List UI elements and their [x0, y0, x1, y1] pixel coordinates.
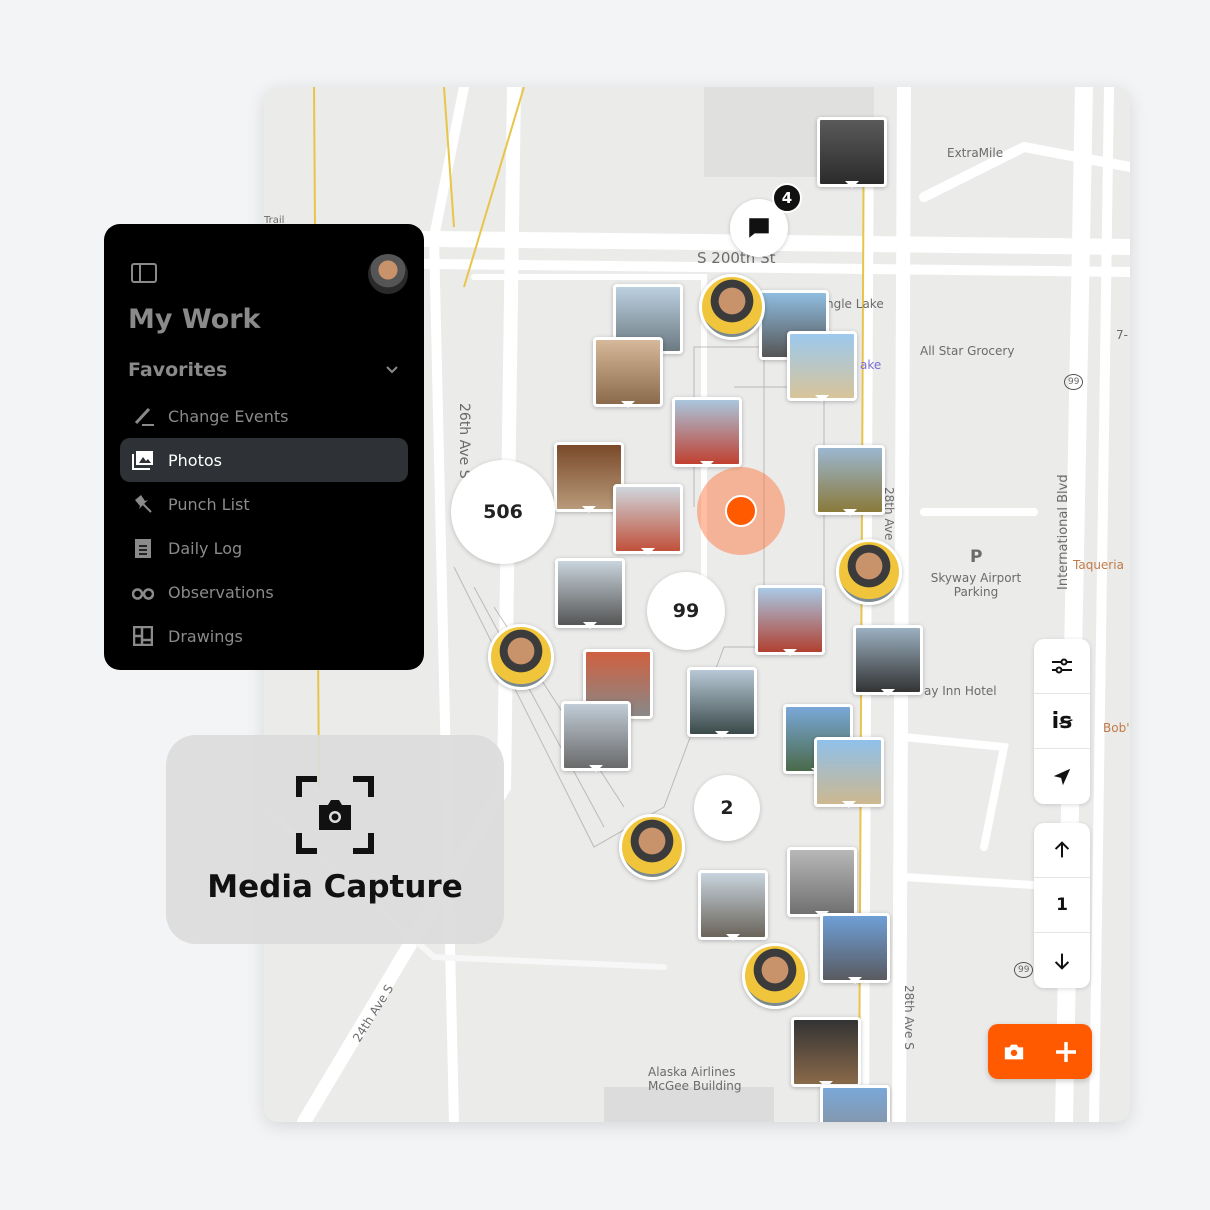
- poi-label: Taqueria: [1073, 558, 1124, 572]
- sidebar: My Work Favorites Change Events Photos P…: [104, 224, 424, 670]
- sidebar-item-label: Photos: [168, 450, 222, 470]
- level-up-button[interactable]: [1034, 823, 1090, 878]
- plus-icon: [1055, 1041, 1076, 1062]
- favorites-heading: Favorites: [128, 359, 228, 381]
- user-avatar-marker[interactable]: [488, 624, 554, 690]
- photo-thumbnail[interactable]: [755, 585, 825, 656]
- user-avatar-marker[interactable]: [619, 814, 685, 880]
- poi-label: 7-: [1116, 328, 1128, 342]
- photo-thumbnail[interactable]: [814, 737, 884, 808]
- page-title: My Work: [128, 304, 261, 335]
- poi-label: Alaska Airlines McGee Building: [648, 1065, 742, 1093]
- photo-thumbnail[interactable]: [672, 397, 742, 468]
- poi-label: ngle Lake: [826, 297, 884, 311]
- user-avatar-marker[interactable]: [742, 943, 808, 1009]
- sliders-icon: [1052, 658, 1072, 674]
- sidebar-item-label: Punch List: [168, 494, 250, 514]
- navigation-arrow-icon: [1053, 768, 1071, 785]
- photo-thumbnail[interactable]: [817, 117, 887, 188]
- comment-icon: [749, 218, 769, 238]
- photo-thumbnail[interactable]: [820, 913, 890, 984]
- poi-label: Bob': [1103, 721, 1130, 735]
- capture-add-button[interactable]: [988, 1024, 1092, 1079]
- poi-label: All Star Grocery: [920, 344, 1015, 358]
- photo-thumbnail[interactable]: [687, 667, 757, 738]
- sidebar-item-label: Change Events: [168, 406, 289, 426]
- photo-cluster[interactable]: 2: [694, 775, 760, 841]
- camera-frame-icon: [296, 775, 374, 854]
- comment-count-badge: 4: [772, 183, 802, 213]
- layers-button[interactable]: iꞩ: [1034, 694, 1090, 749]
- photo-thumbnail[interactable]: [820, 1085, 890, 1122]
- sidebar-item-punch-list[interactable]: Punch List: [120, 482, 408, 526]
- camera-icon: [1004, 1044, 1023, 1059]
- locate-button[interactable]: [1034, 749, 1090, 804]
- sidebar-item-observations[interactable]: Observations: [120, 570, 408, 614]
- arrow-up-icon: [1054, 841, 1070, 858]
- photo-thumbnail[interactable]: [698, 870, 768, 941]
- arrow-down-icon: [1054, 953, 1070, 970]
- parking-icon: P: [970, 547, 983, 567]
- current-location-marker: [697, 467, 785, 555]
- sidebar-item-drawings[interactable]: Drawings: [120, 614, 408, 658]
- drawings-icon: [132, 625, 154, 647]
- binoculars-icon: [132, 581, 154, 603]
- sidebar-item-label: Drawings: [168, 626, 243, 646]
- level-selector: 1: [1034, 823, 1090, 988]
- photo-thumbnail[interactable]: [791, 1017, 861, 1088]
- street-label: International Blvd: [1056, 474, 1071, 590]
- clipboard-icon: [132, 537, 154, 559]
- street-label: 28th Ave S: [902, 985, 916, 1050]
- level-value: 1: [1034, 878, 1090, 933]
- user-avatar[interactable]: [368, 254, 408, 294]
- user-avatar-marker[interactable]: [836, 539, 902, 605]
- chevron-down-icon[interactable]: [385, 365, 399, 375]
- sidebar-toggle-icon[interactable]: [131, 263, 157, 283]
- filter-button[interactable]: [1034, 639, 1090, 694]
- street-label: 26th Ave S: [456, 403, 472, 479]
- photo-thumbnail[interactable]: [555, 558, 625, 629]
- map-tools: iꞩ: [1034, 639, 1090, 804]
- level-down-button[interactable]: [1034, 933, 1090, 988]
- user-avatar-marker[interactable]: [699, 274, 765, 340]
- photo-thumbnail[interactable]: [853, 625, 923, 696]
- sidebar-item-photos[interactable]: Photos: [120, 438, 408, 482]
- photo-thumbnail[interactable]: [561, 701, 631, 772]
- pen-ruler-icon: [132, 405, 154, 427]
- sidebar-item-daily-log[interactable]: Daily Log: [120, 526, 408, 570]
- photos-icon: [132, 449, 154, 471]
- poi-label: Skyway Airport Parking: [930, 571, 1022, 599]
- photo-thumbnail[interactable]: [613, 484, 683, 555]
- photo-thumbnail[interactable]: [593, 337, 663, 408]
- poi-label: ExtraMile: [947, 146, 1004, 160]
- media-capture-label: Media Capture: [207, 868, 463, 905]
- media-capture-card[interactable]: Media Capture: [166, 735, 504, 944]
- sidebar-item-label: Daily Log: [168, 538, 243, 558]
- photo-thumbnail[interactable]: [787, 847, 857, 918]
- sidebar-item-change-events[interactable]: Change Events: [120, 394, 408, 438]
- photo-cluster[interactable]: 506: [451, 460, 555, 564]
- photo-thumbnail[interactable]: [815, 445, 885, 516]
- poi-label: ake: [860, 358, 882, 372]
- photo-thumbnail[interactable]: [787, 331, 857, 402]
- is-logo-icon: iꞩ: [1051, 708, 1073, 734]
- pushpin-icon: [132, 493, 154, 515]
- sidebar-item-label: Observations: [168, 582, 274, 602]
- photo-cluster[interactable]: 99: [647, 572, 725, 650]
- poi-label: ay Inn Hotel: [924, 684, 997, 698]
